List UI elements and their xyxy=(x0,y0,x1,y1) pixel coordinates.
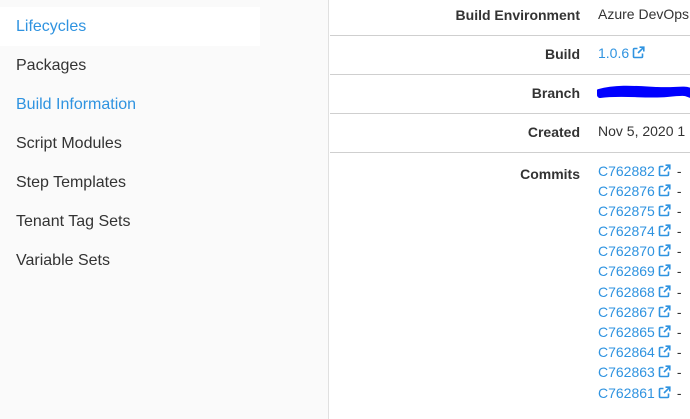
sidebar-item-script-modules[interactable]: Script Modules xyxy=(0,124,260,163)
commit-link[interactable]: C762868 xyxy=(598,284,671,300)
commit-item: C762868 - xyxy=(598,282,682,302)
sidebar-item-packages[interactable]: Packages xyxy=(0,46,260,85)
commit-item: C762875 - xyxy=(598,201,682,221)
commit-item: C762867 - xyxy=(598,302,682,322)
commit-link[interactable]: C762869 xyxy=(598,263,671,279)
branch-row: Branch xyxy=(330,75,690,114)
commit-id: C762876 xyxy=(598,183,655,199)
commit-separator: - xyxy=(676,183,682,199)
commit-id: C762867 xyxy=(598,304,655,320)
build-environment-row: Build Environment Azure DevOps xyxy=(330,0,690,36)
commit-item: C762874 - xyxy=(598,221,682,241)
commit-id: C762874 xyxy=(598,223,655,239)
commit-separator: - xyxy=(676,385,682,401)
external-link-icon xyxy=(658,204,671,217)
external-link-icon xyxy=(658,386,671,399)
commit-id: C762869 xyxy=(598,263,655,279)
commit-item: C762869 - xyxy=(598,261,682,281)
sidebar-item-tenant-tag-sets[interactable]: Tenant Tag Sets xyxy=(0,202,260,241)
commit-id: C762863 xyxy=(598,364,655,380)
sidebar-item-step-templates[interactable]: Step Templates xyxy=(0,163,260,202)
commit-link[interactable]: C762870 xyxy=(598,243,671,259)
commit-item: C762863 - xyxy=(598,362,682,382)
commit-id: C762861 xyxy=(598,385,655,401)
commit-item: C762870 - xyxy=(598,241,682,261)
commit-id: C762868 xyxy=(598,284,655,300)
external-link-icon xyxy=(658,224,671,237)
commit-link[interactable]: C762864 xyxy=(598,344,671,360)
commits-label: Commits xyxy=(520,166,580,182)
sidebar-item-label: Variable Sets xyxy=(16,252,110,269)
commit-item: C762865 - xyxy=(598,322,682,342)
external-link-icon xyxy=(658,285,671,298)
commit-link[interactable]: C762861 xyxy=(598,385,671,401)
build-version-link[interactable]: 1.0.6 xyxy=(598,45,645,61)
commit-item: C762864 - xyxy=(598,342,682,362)
commit-separator: - xyxy=(676,163,682,179)
sidebar-item-label: Packages xyxy=(16,57,87,74)
external-link-icon xyxy=(658,264,671,277)
commit-id: C762865 xyxy=(598,324,655,340)
build-environment-value: Azure DevOps xyxy=(598,6,690,22)
commit-link[interactable]: C762867 xyxy=(598,304,671,320)
commit-item: C762876 - xyxy=(598,181,682,201)
commit-link[interactable]: C762874 xyxy=(598,223,671,239)
sidebar-item-label: Lifecycles xyxy=(16,18,87,35)
external-link-icon xyxy=(632,46,645,59)
commit-separator: - xyxy=(676,364,682,380)
commit-separator: - xyxy=(676,284,682,300)
commit-link[interactable]: C762865 xyxy=(598,324,671,340)
redaction-scribble xyxy=(597,85,690,98)
commit-id: C762864 xyxy=(598,344,655,360)
external-link-icon xyxy=(658,365,671,378)
external-link-icon xyxy=(658,184,671,197)
commit-id: C762882 xyxy=(598,163,655,179)
sidebar: Lifecycles Packages Build Information Sc… xyxy=(0,0,329,419)
commit-separator: - xyxy=(676,324,682,340)
created-row: Created Nov 5, 2020 1 xyxy=(330,114,690,153)
commit-link[interactable]: C762875 xyxy=(598,203,671,219)
commit-separator: - xyxy=(676,263,682,279)
sidebar-item-variable-sets[interactable]: Variable Sets xyxy=(0,241,260,280)
build-environment-label: Build Environment xyxy=(455,7,580,23)
app-window: Lifecycles Packages Build Information Sc… xyxy=(0,0,690,419)
commit-separator: - xyxy=(676,304,682,320)
commit-link[interactable]: C762876 xyxy=(598,183,671,199)
sidebar-item-build-information[interactable]: Build Information xyxy=(0,85,260,124)
build-information-details: Build Environment Azure DevOps Build 1.0… xyxy=(330,0,690,419)
sidebar-item-label: Build Information xyxy=(16,96,137,113)
created-label: Created xyxy=(527,124,580,140)
commit-separator: - xyxy=(676,223,682,239)
external-link-icon xyxy=(658,345,671,358)
external-link-icon xyxy=(658,325,671,338)
commit-separator: - xyxy=(676,344,682,360)
external-link-icon xyxy=(658,244,671,257)
sidebar-item-lifecycles[interactable]: Lifecycles xyxy=(0,7,260,46)
branch-label: Branch xyxy=(531,85,580,101)
sidebar-item-label: Step Templates xyxy=(16,174,126,191)
commit-link[interactable]: C762863 xyxy=(598,364,671,380)
build-value: 1.0.6 xyxy=(598,45,645,61)
commit-item: C762861 - xyxy=(598,383,682,403)
build-label: Build xyxy=(545,46,580,62)
external-link-icon xyxy=(658,164,671,177)
commit-id: C762875 xyxy=(598,203,655,219)
sidebar-item-label: Tenant Tag Sets xyxy=(16,213,131,230)
created-value: Nov 5, 2020 1 xyxy=(598,123,686,139)
commit-item: C762882 - xyxy=(598,161,682,181)
sidebar-item-label: Script Modules xyxy=(16,135,122,152)
commit-separator: - xyxy=(676,243,682,259)
build-row: Build 1.0.6 xyxy=(330,36,690,75)
build-version-text: 1.0.6 xyxy=(598,45,630,61)
external-link-icon xyxy=(658,305,671,318)
commit-id: C762870 xyxy=(598,243,655,259)
commit-separator: - xyxy=(676,203,682,219)
commit-link[interactable]: C762882 xyxy=(598,163,671,179)
